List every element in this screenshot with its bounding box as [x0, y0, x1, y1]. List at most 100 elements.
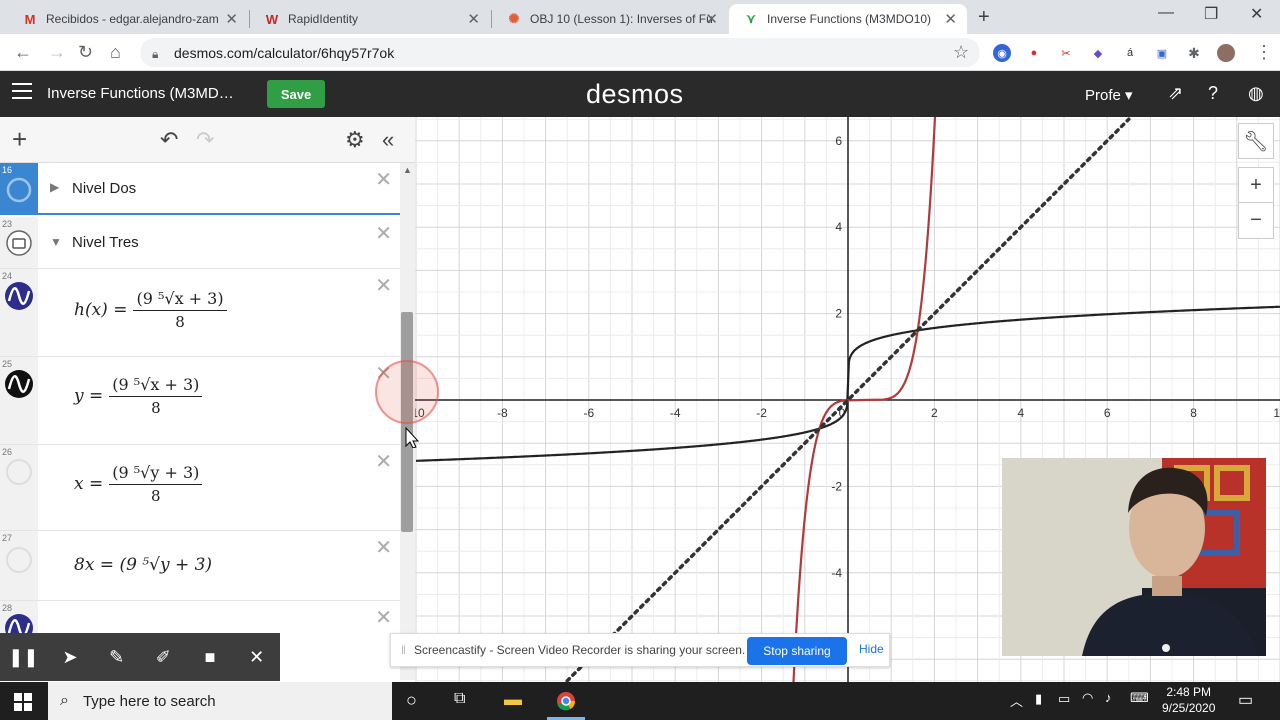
user-menu[interactable]: Profe ▾ — [1085, 86, 1133, 104]
undo-icon[interactable]: ↶ — [160, 127, 178, 153]
expression-formula[interactable]: 8x = (9 ⁵√y + 3) — [74, 555, 212, 575]
expand-triangle-icon[interactable]: ▶ — [50, 180, 59, 194]
graph-color-icon[interactable] — [4, 281, 34, 311]
tab-lesson[interactable]: ✺ OBJ 10 (Lesson 1): Inverses of Fu ✕ — [492, 4, 728, 34]
graph-color-icon[interactable] — [4, 369, 34, 399]
add-item-icon[interactable]: + — [12, 124, 27, 155]
taskbar-search-input[interactable]: ⌕ Type here to search — [48, 682, 392, 720]
search-placeholder: Type here to search — [82, 692, 216, 710]
fraction-denominator: 8 — [151, 487, 161, 505]
gear-icon[interactable]: ⚙ — [345, 127, 365, 153]
extension-icon[interactable]: ● — [1025, 44, 1043, 62]
share-icon[interactable]: ⇗ — [1168, 83, 1183, 104]
microphone-icon[interactable]: ▮ — [1035, 691, 1042, 707]
task-view-icon[interactable]: ⧉ — [454, 690, 465, 708]
redo-icon[interactable]: ↷ — [196, 127, 214, 153]
tray-chevron-icon[interactable]: ︿ — [1010, 691, 1023, 710]
expression-formula[interactable]: x = (9 ⁵√y + 3) 8 — [74, 463, 203, 505]
pause-icon[interactable]: ❚❚ — [0, 647, 47, 668]
collapse-list-icon[interactable]: « — [382, 127, 394, 153]
forward-icon[interactable]: → — [48, 42, 66, 63]
globe-icon[interactable]: ◍ — [1248, 83, 1264, 104]
close-icon[interactable]: ✕ — [944, 10, 957, 28]
cursor-highlight — [375, 360, 439, 448]
chrome-icon[interactable] — [556, 691, 576, 711]
volume-icon[interactable]: ♪ — [1105, 690, 1112, 705]
stop-sharing-button[interactable]: Stop sharing — [747, 637, 847, 665]
tab-desmos[interactable]: ⋎ Inverse Functions (M3MDO10) ✕ — [729, 4, 967, 34]
expression-row[interactable]: 24 h(x) = (9 ⁵√x + 3) 8 ✕ — [0, 269, 400, 357]
extension-icon[interactable]: ◉ — [993, 44, 1011, 62]
extension-icon[interactable]: á — [1121, 44, 1139, 62]
delete-icon[interactable]: ✕ — [375, 273, 392, 298]
wifi-icon[interactable]: ◠ — [1082, 690, 1093, 706]
notifications-icon[interactable]: ▭ — [1238, 690, 1253, 710]
delete-icon[interactable]: ✕ — [375, 167, 392, 192]
extension-icon[interactable]: ▣ — [1153, 44, 1171, 62]
save-button[interactable]: Save — [267, 80, 325, 108]
delete-icon[interactable]: ✕ — [375, 535, 392, 560]
expression-formula[interactable]: y = (9 ⁵√x + 3) 8 — [74, 375, 203, 417]
folder-label: Nivel Tres — [72, 234, 139, 251]
graph-title[interactable]: Inverse Functions (M3MD… — [47, 85, 234, 102]
back-icon[interactable]: ← — [14, 42, 32, 63]
expression-row[interactable]: 26 x = (9 ⁵√y + 3) 8 ✕ — [0, 445, 400, 531]
zoom-in-icon[interactable]: + — [1238, 167, 1274, 203]
system-clock[interactable]: 2:48 PM 9/25/2020 — [1162, 684, 1215, 716]
windows-start-icon[interactable] — [14, 693, 32, 711]
battery-icon[interactable]: ▭ — [1058, 691, 1070, 707]
hidden-toggle-icon[interactable] — [4, 457, 34, 487]
collapse-triangle-icon[interactable]: ▼ — [50, 235, 62, 249]
close-icon[interactable]: ✕ — [467, 10, 480, 28]
formula-lhs: y = — [74, 386, 104, 406]
file-explorer-icon[interactable]: ▬ — [504, 689, 522, 710]
wrench-icon[interactable]: 🔧︎ — [1238, 123, 1274, 159]
delete-icon[interactable]: ✕ — [375, 221, 392, 246]
reload-icon[interactable]: ↻ — [78, 42, 93, 63]
minimize-icon[interactable]: — — [1158, 4, 1174, 22]
folder-nivel-tres[interactable]: 23 ▼ Nivel Tres ✕ — [0, 217, 400, 269]
delete-icon[interactable]: ✕ — [375, 449, 392, 474]
cortana-icon[interactable]: ○ — [406, 690, 417, 711]
expression-formula[interactable]: h(x) = (9 ⁵√x + 3) 8 — [74, 289, 227, 331]
bookmark-star-icon[interactable]: ☆ — [953, 42, 969, 63]
pointer-icon[interactable]: ➤ — [47, 647, 94, 668]
extension-icon[interactable]: ✂ — [1057, 44, 1075, 62]
highlighter-icon[interactable]: ✐ — [140, 647, 187, 668]
close-icon[interactable]: ✕ — [225, 10, 238, 28]
hidden-toggle-icon[interactable] — [6, 177, 32, 203]
menu-dots-icon[interactable]: ⋮ — [1255, 42, 1273, 63]
pen-icon[interactable]: ✎ — [93, 647, 140, 668]
drag-handle-icon[interactable]: ‖ — [401, 643, 406, 657]
hide-button[interactable]: Hide — [859, 642, 884, 656]
folder-nivel-dos[interactable]: 16 ▶ Nivel Dos ✕ — [0, 163, 400, 215]
camera-icon[interactable]: ■ — [187, 647, 234, 668]
close-toolbar-icon[interactable]: ✕ — [233, 647, 280, 668]
restore-icon[interactable]: ❐ — [1204, 4, 1218, 24]
zoom-out-icon[interactable]: − — [1238, 203, 1274, 239]
delete-icon[interactable]: ✕ — [375, 605, 392, 630]
new-tab-icon[interactable]: + — [978, 6, 990, 29]
puzzle-icon[interactable]: ✱ — [1185, 44, 1203, 62]
extension-icon[interactable]: ◆ — [1089, 44, 1107, 62]
close-icon[interactable]: ✕ — [705, 10, 718, 28]
tab-gmail[interactable]: M Recibidos - edgar.alejandro-zam ✕ — [8, 4, 248, 34]
help-icon[interactable]: ? — [1208, 83, 1218, 104]
home-icon[interactable]: ⌂ — [110, 42, 121, 63]
language-icon[interactable]: ⌨ — [1130, 690, 1149, 706]
window-close-icon[interactable]: ✕ — [1250, 4, 1263, 24]
expression-row[interactable]: 27 8x = (9 ⁵√y + 3) ✕ — [0, 531, 400, 601]
fraction: (9 ⁵√x + 3) 8 — [109, 375, 203, 417]
tab-rapididentity[interactable]: W RapidIdentity ✕ — [250, 4, 490, 34]
desmos-tab-icon: ⋎ — [746, 11, 756, 26]
x-tick-label: -2 — [756, 406, 767, 420]
expression-row[interactable]: 25 y = (9 ⁵√x + 3) 8 ✕ — [0, 357, 400, 445]
webcam-person — [1002, 458, 1266, 656]
hidden-toggle-icon[interactable] — [4, 545, 34, 575]
avatar[interactable] — [1217, 44, 1235, 62]
folder-icon[interactable] — [5, 229, 33, 257]
address-bar: ← → ↻ ⌂ 🔒︎ desmos.com/calculator/6hqy57r… — [0, 34, 1280, 71]
hamburger-icon[interactable] — [12, 83, 32, 104]
scroll-up-icon[interactable]: ▲ — [403, 165, 412, 175]
url-field[interactable]: 🔒︎ desmos.com/calculator/6hqy57r7ok — [140, 38, 980, 67]
